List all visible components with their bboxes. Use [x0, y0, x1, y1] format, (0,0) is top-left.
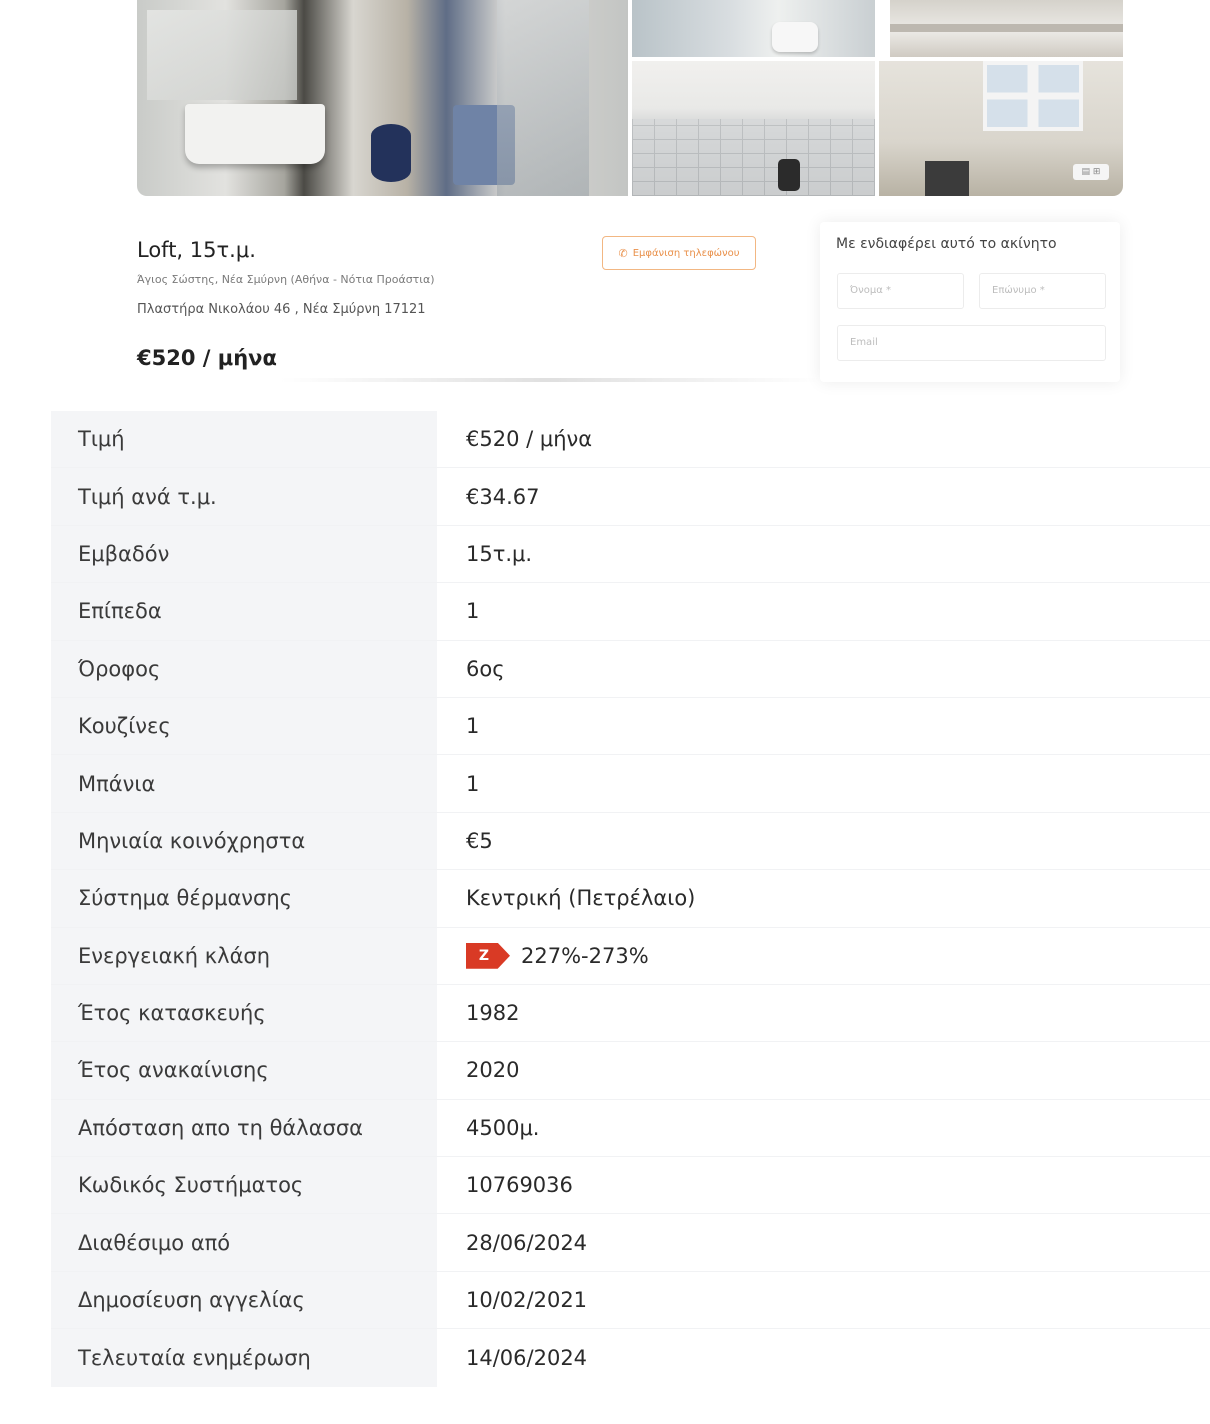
detail-label: Απόσταση απο τη θάλασσα — [51, 1099, 437, 1157]
detail-value: 6ος — [437, 640, 1210, 697]
table-row: Εμβαδόν 15τ.μ. — [51, 525, 1210, 584]
thumbnail-photo[interactable] — [890, 0, 1123, 57]
table-row: Έτος ανακαίνισης 2020 — [51, 1042, 1210, 1100]
show-phone-button[interactable]: ✆ Εμφάνιση τηλεφώνου — [602, 236, 756, 270]
detail-value: €5 — [437, 812, 1210, 870]
listing-price: €520 / μήνα — [137, 346, 277, 370]
detail-value: Κεντρική (Πετρέλαιο) — [437, 870, 1210, 927]
detail-label: Μηνιαία κοινόχρηστα — [51, 812, 437, 870]
table-row: Τελευταία ενημέρωση 14/06/2024 — [51, 1329, 1210, 1387]
divider — [280, 378, 820, 382]
detail-value: 1 — [437, 583, 1210, 640]
table-row: Τιμή €520 / μήνα — [51, 411, 1210, 469]
table-row: Διαθέσιμο από 28/06/2024 — [51, 1214, 1210, 1272]
surname-field[interactable]: Επώνυμο * — [979, 273, 1106, 309]
table-row: Απόσταση απο τη θάλασσα 4500μ. — [51, 1099, 1210, 1158]
listing-title: Loft, 15τ.μ. — [137, 238, 256, 262]
table-row: Κουζίνες 1 — [51, 697, 1210, 756]
photo-detail — [925, 161, 969, 196]
table-row: Τιμή ανά τ.μ. €34.67 — [51, 468, 1210, 526]
photo-detail — [497, 0, 589, 196]
table-row: Όροφος 6ος — [51, 640, 1210, 698]
thumbnail-photo[interactable] — [632, 61, 875, 196]
detail-label: Τιμή — [51, 411, 437, 468]
phone-icon: ✆ — [618, 246, 628, 260]
table-row: Μηνιαία κοινόχρηστα €5 — [51, 812, 1210, 871]
detail-label: Εμβαδόν — [51, 525, 437, 583]
listing-location: Άγιος Σώστης, Νέα Σμύρνη (Αθήνα - Νότια … — [137, 273, 435, 286]
table-row: Επίπεδα 1 — [51, 583, 1210, 641]
detail-value: 4500μ. — [437, 1099, 1210, 1157]
detail-value: €520 / μήνα — [437, 411, 1210, 468]
detail-value: Z 227%-273% — [437, 927, 1210, 984]
table-row: Έτος κατασκευής 1982 — [51, 984, 1210, 1043]
detail-value: €34.67 — [437, 468, 1210, 525]
detail-label: Έτος ανακαίνισης — [51, 1042, 437, 1099]
name-field[interactable]: Όνομα * — [837, 273, 964, 309]
detail-label: Επίπεδα — [51, 583, 437, 640]
detail-value: 10769036 — [437, 1157, 1210, 1214]
photo-detail — [772, 22, 818, 52]
detail-label: Σύστημα θέρμανσης — [51, 870, 437, 927]
photo-detail — [778, 159, 800, 191]
main-photo[interactable] — [137, 0, 628, 196]
detail-value: 1 — [437, 697, 1210, 755]
detail-label: Δημοσίευση αγγελίας — [51, 1271, 437, 1329]
photo-detail — [371, 124, 411, 182]
detail-value: 28/06/2024 — [437, 1214, 1210, 1271]
detail-label: Τιμή ανά τ.μ. — [51, 468, 437, 525]
detail-label: Όροφος — [51, 640, 437, 697]
detail-value: 10/02/2021 — [437, 1271, 1210, 1329]
property-details-table: Τιμή €520 / μήνα Τιμή ανά τ.μ. €34.67 Εμβα… — [51, 411, 1210, 1387]
photo-detail — [185, 104, 325, 164]
table-row: Σύστημα θέρμανσης Κεντρική (Πετρέλαιο) — [51, 870, 1210, 928]
energy-class-range: 227%-273% — [521, 943, 649, 968]
energy-class-badge: Z — [466, 942, 510, 969]
detail-value: 1982 — [437, 984, 1210, 1042]
detail-label: Τελευταία ενημέρωση — [51, 1329, 437, 1387]
photo-detail — [147, 10, 297, 100]
detail-label: Διαθέσιμο από — [51, 1214, 437, 1271]
detail-label: Κουζίνες — [51, 697, 437, 755]
photo-count-badge[interactable]: ▤ ⊞ — [1073, 164, 1109, 180]
table-row: Κωδικός Συστήματος 10769036 — [51, 1157, 1210, 1215]
photo-gallery[interactable]: ▤ ⊞ — [137, 0, 1123, 196]
detail-label: Ενεργειακή κλάση — [51, 927, 437, 984]
contact-form-title: Με ενδιαφέρει αυτό το ακίνητο — [836, 236, 1057, 252]
detail-value: 2020 — [437, 1042, 1210, 1099]
detail-value: 15τ.μ. — [437, 525, 1210, 583]
thumbnail-photo[interactable] — [632, 0, 875, 57]
thumbnail-photo[interactable]: ▤ ⊞ — [879, 61, 1123, 196]
detail-value: 14/06/2024 — [437, 1329, 1210, 1387]
contact-form: Με ενδιαφέρει αυτό το ακίνητο Όνομα * Επ… — [820, 222, 1120, 382]
table-row: Δημοσίευση αγγελίας 10/02/2021 — [51, 1271, 1210, 1330]
detail-value: 1 — [437, 755, 1210, 812]
table-row: Μπάνια 1 — [51, 755, 1210, 813]
detail-label: Έτος κατασκευής — [51, 984, 437, 1042]
listing-address: Πλαστήρα Νικολάου 46 , Νέα Σμύρνη 17121 — [137, 302, 426, 317]
photo-detail — [632, 119, 875, 196]
detail-label: Μπάνια — [51, 755, 437, 812]
show-phone-label: Εμφάνιση τηλεφώνου — [632, 247, 740, 259]
email-field[interactable]: Email — [837, 325, 1106, 361]
photo-detail — [890, 24, 1123, 32]
detail-label: Κωδικός Συστήματος — [51, 1157, 437, 1214]
table-row: Ενεργειακή κλάση Z 227%-273% — [51, 927, 1210, 985]
photo-detail — [983, 61, 1083, 131]
